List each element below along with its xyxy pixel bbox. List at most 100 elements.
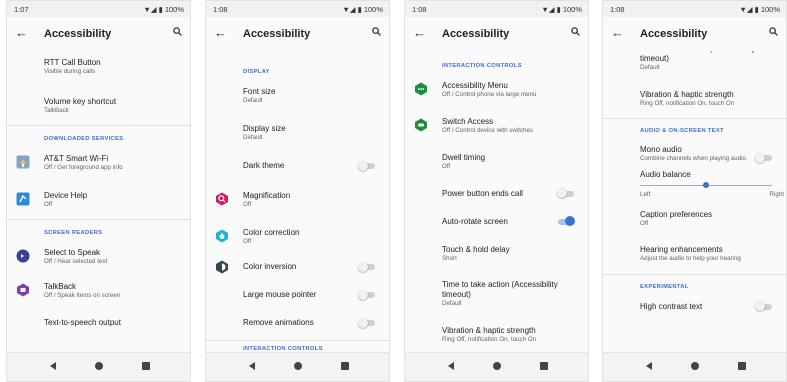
time-to-take-action-item[interactable]: Time to take action (Accessibility timeo… [603, 51, 786, 72]
nav-home-icon[interactable] [294, 362, 302, 370]
nav-back-icon[interactable] [646, 362, 652, 370]
balance-left-label: Left [640, 190, 651, 198]
dwell-timing-item[interactable]: Dwell timing Off [405, 153, 588, 171]
item-title: Vibration & haptic strength [640, 89, 734, 99]
item-subtitle: Off [640, 219, 649, 227]
toggle-knob [565, 216, 575, 226]
nav-back-icon[interactable] [448, 362, 454, 370]
search-icon[interactable] [173, 27, 182, 36]
power-button-ends-call-item[interactable]: Power button ends call [405, 188, 588, 199]
switch-access-item[interactable]: Switch Access Off / Control device with … [405, 117, 588, 135]
time-to-take-action-item[interactable]: Time to take action (Accessibility timeo… [405, 280, 588, 308]
auto-rotate-screen-toggle[interactable] [558, 216, 575, 226]
search-icon[interactable] [571, 27, 580, 36]
toggle-knob [755, 152, 765, 163]
display-size-item[interactable]: Display size Default [206, 124, 389, 142]
color-correction-icon [216, 229, 228, 242]
item-title: TalkBack [44, 281, 77, 291]
dark-theme-toggle[interactable] [358, 160, 375, 171]
back-arrow-icon[interactable]: ← [611, 26, 624, 40]
power-button-ends-call-toggle[interactable] [557, 188, 574, 198]
status-time: 1:07 [14, 5, 29, 14]
dark-theme-item[interactable]: Dark theme [206, 160, 389, 171]
nav-back-icon[interactable] [249, 362, 255, 370]
remove-animations-toggle[interactable] [358, 317, 375, 328]
nav-home-icon[interactable] [691, 362, 699, 370]
mono-audio-toggle[interactable] [755, 152, 772, 163]
magnification-icon [216, 192, 228, 206]
item-subtitle: Off / Control phone via large menu [442, 91, 537, 98]
item-title: Time to take action (Accessibility timeo… [640, 51, 756, 63]
large-mouse-pointer-item[interactable]: Large mouse pointer [206, 289, 389, 300]
status-system-icons: ▼◢ ▮ 100% [143, 5, 184, 14]
back-arrow-icon[interactable]: ← [413, 26, 426, 40]
font-size-item[interactable]: Font size Default [206, 87, 389, 105]
mono-audio-item[interactable]: Mono audio Combine channels when playing… [603, 145, 786, 163]
search-icon[interactable] [372, 27, 381, 36]
color-inversion-item[interactable]: Color inversion [206, 260, 389, 274]
item-title: Caption preferences [640, 209, 713, 219]
item-title: Display size [243, 123, 286, 133]
page-title: Accessibility [442, 28, 510, 40]
section-header-experimental: EXPERIMENTAL [640, 283, 689, 290]
settings-list[interactable]: RTT Call Button Visible during calls Vol… [7, 51, 190, 355]
page-title: Accessibility [44, 28, 112, 40]
item-title: Accessibility Menu [442, 81, 508, 90]
remove-animations-item[interactable]: Remove animations [206, 317, 389, 328]
item-title: Font size [243, 87, 276, 96]
color-correction-item[interactable]: Color correction Off [206, 228, 389, 246]
item-title: Hearing enhancements [640, 245, 723, 254]
nav-recents-icon[interactable] [341, 362, 349, 370]
settings-list[interactable]: INTERACTION CONTROLS Accessibility Menu … [405, 51, 588, 355]
nav-recents-icon[interactable] [540, 362, 548, 370]
status-time: 1:08 [610, 5, 625, 14]
nav-back-icon[interactable] [50, 362, 56, 370]
magnification-item[interactable]: Magnification Off [206, 191, 389, 209]
text-to-speech-item[interactable]: Text-to-speech output [7, 318, 190, 328]
nav-recents-icon[interactable] [142, 362, 150, 370]
divider [603, 118, 786, 119]
talkback-item[interactable]: TalkBack Off / Speak items on screen [7, 282, 190, 300]
high-contrast-text-item[interactable]: High contrast text [603, 301, 786, 312]
item-title: Audio balance [640, 169, 691, 179]
screen-1: 1:07 ▼◢ ▮ 100% ← Accessibility RTT Call … [6, 0, 191, 382]
section-header-display: DISPLAY [243, 69, 270, 75]
audio-balance-item[interactable]: Audio balance Left Right [603, 170, 786, 204]
volume-key-shortcut-item[interactable]: Volume key shortcut TalkBack [7, 97, 190, 115]
item-subtitle: Off [442, 163, 451, 170]
nav-home-icon[interactable] [95, 362, 103, 370]
audio-balance-thumb[interactable] [703, 181, 709, 188]
search-icon[interactable] [769, 27, 778, 36]
item-subtitle: Off [44, 200, 53, 208]
rtt-call-button-item[interactable]: RTT Call Button Visible during calls [7, 58, 190, 76]
vibration-haptic-item[interactable]: Vibration & haptic strength Ring Off, no… [603, 90, 786, 108]
item-title: Switch Access [442, 116, 494, 126]
status-bar: 1:07 ▼◢ ▮ 100% [7, 1, 190, 17]
screen-2: 1:08 ▼◢ ▮ 100% ← Accessibility DISPLAY F… [205, 0, 390, 382]
nav-recents-icon[interactable] [738, 362, 746, 370]
large-mouse-pointer-toggle[interactable] [358, 289, 375, 300]
item-title: AT&T Smart Wi-Fi [44, 154, 109, 163]
status-bar: 1:08 ▼◢ ▮ 100% [603, 1, 786, 17]
caption-preferences-item[interactable]: Caption preferences Off [603, 210, 786, 228]
accessibility-menu-item[interactable]: Accessibility Menu Off / Control phone v… [405, 81, 588, 99]
item-title: Dwell timing [442, 153, 486, 162]
settings-list[interactable]: DISPLAY Font size Default Display size D… [206, 51, 389, 355]
settings-list[interactable]: Time to take action (Accessibility timeo… [603, 51, 786, 355]
divider [206, 340, 389, 341]
section-header-audio: AUDIO & ON-SCREEN TEXT [640, 128, 724, 134]
color-inversion-toggle[interactable] [358, 261, 375, 272]
high-contrast-text-toggle[interactable] [755, 301, 772, 311]
page-title: Accessibility [640, 28, 708, 40]
hearing-enhancements-item[interactable]: Hearing enhancements Adjust the audio to… [603, 245, 786, 263]
nav-home-icon[interactable] [493, 362, 501, 370]
select-to-speak-item[interactable]: Select to Speak Off / Hear selected text [7, 248, 190, 266]
back-arrow-icon[interactable]: ← [15, 26, 28, 40]
auto-rotate-screen-item[interactable]: Auto-rotate screen [405, 216, 588, 227]
att-smart-wifi-item[interactable]: AT&T Smart Wi-Fi Off / Get foreground ap… [7, 154, 190, 172]
back-arrow-icon[interactable]: ← [214, 26, 227, 40]
divider [7, 125, 190, 126]
device-help-item[interactable]: Device Help Off [7, 191, 190, 209]
vibration-haptic-item[interactable]: Vibration & haptic strength Ring Off, no… [405, 326, 588, 344]
touch-hold-delay-item[interactable]: Touch & hold delay Short [405, 245, 588, 263]
